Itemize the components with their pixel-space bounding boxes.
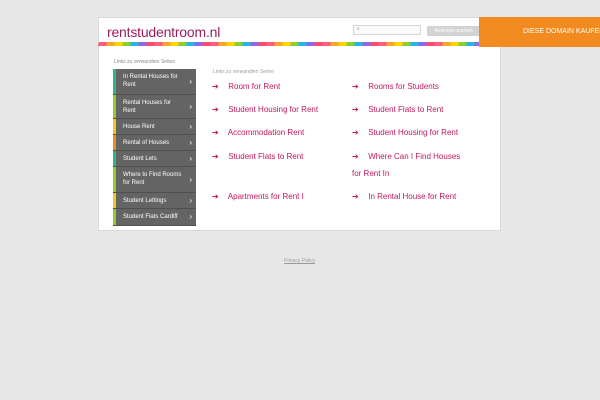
sidebar-item-house-rent[interactable]: House Rent (113, 119, 196, 135)
link-student-housing-for-rent[interactable]: ➔ Student Housing for Rent (212, 101, 318, 118)
arrow-icon: ➔ (212, 128, 219, 137)
search-input[interactable] (364, 26, 418, 34)
link-in-rental-house-for-rent[interactable]: ➔ In Rental House for Rent (352, 188, 456, 205)
search-box[interactable]: ⌕ (353, 25, 421, 35)
sidebar-item-student-flats-cardiff[interactable]: Student Flats Cardiff (113, 209, 196, 226)
arrow-icon: ➔ (352, 152, 359, 161)
link-label: In Rental House for Rent (368, 192, 457, 201)
link-student-flats-to-rent-2[interactable]: ➔ Student Flats to Rent (212, 148, 303, 165)
link-label: Student Flats to Rent (228, 152, 304, 161)
arrow-icon: ➔ (352, 82, 359, 91)
link-student-flats-to-rent[interactable]: ➔ Student Flats to Rent (352, 101, 443, 118)
link-label: Student Flats to Rent (368, 105, 444, 114)
sidebar-label: Links zu verwandten Seiten (114, 59, 176, 65)
link-label: Student Housing for Rent (368, 128, 459, 137)
sidebar-item-student-lets[interactable]: Student Lets (113, 151, 196, 167)
arrow-icon: ➔ (212, 82, 219, 91)
sidebar-item-label: House Rent (123, 124, 155, 130)
sidebar-item-label: Rental of Houses (123, 140, 170, 146)
link-label: Room for Rent (228, 82, 281, 91)
link-label: Apartments for Rent I (227, 192, 304, 201)
sidebar-item-in-rental-houses-for-rent[interactable]: In Rental Houses for Rent (113, 69, 196, 95)
search-button[interactable]: Anzeigen suchen (427, 26, 480, 36)
page: rentstudentroom.nl ⌕ Anzeigen suchen Lin… (0, 0, 600, 400)
sidebar-item-label: Student Flats Cardiff (123, 214, 178, 220)
link-rooms-for-students[interactable]: ➔ Rooms for Students (352, 78, 439, 95)
sidebar-item-label: Where to Find Rooms for Rent (123, 172, 182, 186)
search-icon: ⌕ (357, 26, 360, 32)
sidebar-item-label: In Rental Houses for Rent (123, 74, 178, 88)
link-label: Accommodation Rent (227, 128, 305, 137)
arrow-icon: ➔ (352, 128, 359, 137)
link-accommodation-rent[interactable]: ➔ Accommodation Rent (212, 124, 304, 141)
privacy-policy-link[interactable]: Privacy Policy (284, 258, 315, 264)
arrow-icon: ➔ (352, 105, 359, 114)
link-where-can-i-find-houses-for-rent-in[interactable]: ➔ Where Can I Find Houses for Rent In (352, 148, 470, 182)
sidebar-item-label: Student Lettings (123, 198, 167, 204)
color-strip (97, 42, 501, 46)
arrow-icon: ➔ (212, 152, 219, 161)
sidebar-item-label: Rental Houses for Rent (123, 100, 172, 114)
sidebar-item-rental-of-houses[interactable]: Rental of Houses (113, 135, 196, 151)
sidebar: In Rental Houses for Rent Rental Houses … (113, 69, 196, 226)
arrow-icon: ➔ (212, 192, 219, 201)
arrow-icon: ➔ (352, 192, 359, 201)
arrow-icon: ➔ (212, 105, 219, 114)
sidebar-item-rental-houses-for-rent[interactable]: Rental Houses for Rent (113, 95, 196, 119)
links-label: Links zu verwandten Seiten (213, 69, 275, 75)
sidebar-item-where-to-find-rooms-for-rent[interactable]: Where to Find Rooms for Rent (113, 167, 196, 193)
link-label: Where Can I Find Houses for Rent In (352, 152, 461, 178)
link-label: Student Housing for Rent (228, 105, 319, 114)
link-apartments-for-rent-i[interactable]: ➔ Apartments for Rent I (212, 188, 304, 205)
link-room-for-rent[interactable]: ➔ Room for Rent (212, 78, 280, 95)
main-card: rentstudentroom.nl ⌕ Anzeigen suchen Lin… (97, 17, 501, 231)
site-logo[interactable]: rentstudentroom.nl (107, 24, 220, 40)
buy-domain-banner[interactable]: DIESE DOMAIN KAUFEN (479, 17, 600, 47)
sidebar-item-student-lettings[interactable]: Student Lettings (113, 193, 196, 209)
link-student-housing-for-rent-2[interactable]: ➔ Student Housing for Rent (352, 124, 458, 141)
sidebar-item-label: Student Lets (123, 156, 157, 162)
link-label: Rooms for Students (368, 82, 439, 91)
